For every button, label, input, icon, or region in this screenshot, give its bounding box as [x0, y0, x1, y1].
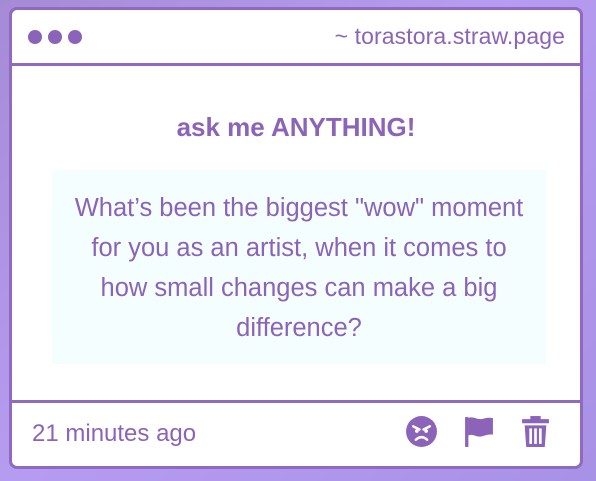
window-dot-3	[68, 30, 82, 44]
window-dot-2	[48, 30, 62, 44]
window-controls	[28, 30, 82, 44]
flag-icon	[465, 417, 493, 447]
card-footer: 21 minutes ago	[12, 400, 580, 466]
report-button[interactable]	[462, 415, 495, 448]
window-dot-1	[28, 30, 42, 44]
action-bar	[405, 415, 552, 448]
ask-card: ~ torastora.straw.page ask me ANYTHING! …	[9, 7, 583, 469]
trash-icon	[522, 416, 549, 447]
angry-face-icon	[406, 416, 437, 447]
main-content: ask me ANYTHING! What’s been the biggest…	[12, 66, 580, 403]
delete-button[interactable]	[519, 415, 552, 448]
window-titlebar: ~ torastora.straw.page	[12, 10, 580, 66]
question-text: What’s been the biggest "wow" moment for…	[74, 194, 524, 342]
timestamp: 21 minutes ago	[32, 420, 197, 447]
angry-reaction-button[interactable]	[405, 415, 438, 448]
question-box: What’s been the biggest "wow" moment for…	[52, 170, 546, 364]
page-url[interactable]: ~ torastora.straw.page	[335, 23, 565, 50]
page-title: ask me ANYTHING!	[176, 112, 416, 142]
